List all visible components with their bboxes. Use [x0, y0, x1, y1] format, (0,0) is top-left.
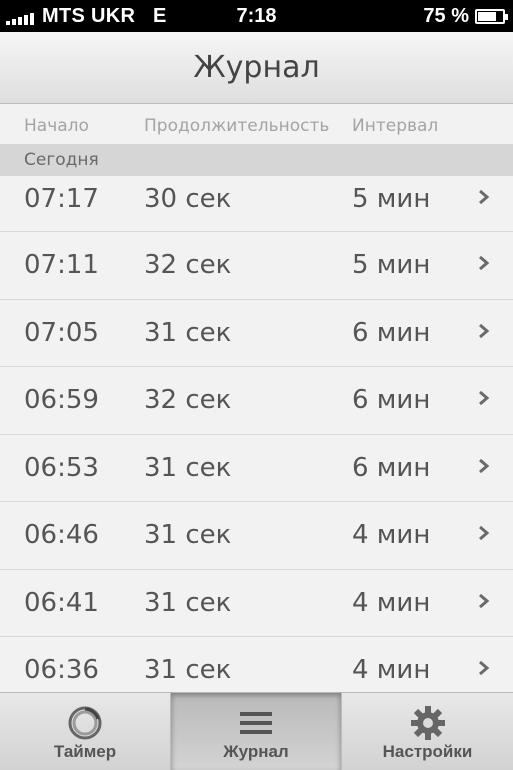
row-start-time: 06:53 [24, 452, 99, 483]
tab-settings[interactable]: Настройки [342, 693, 513, 770]
row-interval: 4 мин [352, 587, 431, 618]
list-item[interactable]: 06:36 31 сек 4 мин [0, 637, 513, 692]
timer-ring-icon [68, 706, 102, 740]
row-duration: 31 сек [144, 655, 232, 685]
list-item[interactable]: 06:59 32 сек 6 мин [0, 367, 513, 435]
row-interval: 5 мин [352, 184, 431, 214]
status-bar: MTS UKR E 7:18 75 % [0, 0, 513, 32]
column-header-start: Начало [24, 116, 89, 136]
row-interval: 6 мин [352, 452, 431, 483]
battery-icon [475, 9, 508, 24]
section-header-today: Сегодня [0, 144, 513, 176]
row-interval: 6 мин [352, 385, 431, 415]
chevron-right-icon[interactable] [477, 593, 491, 608]
row-interval: 6 мин [352, 317, 431, 348]
section-title: Сегодня [24, 150, 99, 170]
row-interval: 5 мин [352, 250, 431, 280]
chevron-right-icon[interactable] [477, 661, 491, 675]
list-item[interactable]: 06:46 31 сек 4 мин [0, 502, 513, 570]
row-interval: 4 мин [352, 520, 431, 550]
log-list[interactable]: 07:17 30 сек 5 мин 07:11 32 сек 5 мин 07:05 31 … [0, 176, 513, 692]
page-title: Журнал [193, 50, 320, 85]
row-duration: 31 сек [144, 587, 232, 618]
row-duration: 31 сек [144, 317, 232, 348]
navigation-bar: Журнал [0, 32, 513, 104]
tab-label-timer: Таймер [53, 742, 117, 761]
row-start-time: 06:41 [24, 587, 99, 618]
row-duration: 32 сек [144, 250, 232, 280]
row-duration: 32 сек [144, 385, 232, 415]
column-header-duration: Продолжительность [144, 116, 330, 136]
battery-level [478, 12, 496, 21]
chevron-right-icon[interactable] [477, 323, 491, 338]
battery-percent: 75 % [423, 5, 469, 27]
tab-timer[interactable]: Таймер [0, 693, 171, 770]
row-start-time: 07:11 [24, 250, 99, 280]
list-item[interactable]: 07:05 31 сек 6 мин [0, 299, 513, 367]
list-item[interactable]: 06:53 31 сек 6 мин [0, 434, 513, 502]
tab-bar: Таймер Журнал Настройки [0, 692, 513, 770]
list-item[interactable]: 07:17 30 сек 5 мин [0, 176, 513, 232]
row-interval: 4 мин [352, 655, 431, 685]
column-header-interval: Интервал [352, 116, 439, 136]
list-item[interactable]: 06:41 31 сек 4 мин [0, 569, 513, 637]
row-start-time: 07:05 [24, 317, 99, 348]
row-start-time: 06:36 [24, 655, 99, 685]
chevron-right-icon[interactable] [477, 526, 491, 540]
chevron-right-icon[interactable] [477, 256, 491, 270]
row-duration: 31 сек [144, 452, 232, 483]
gear-icon [410, 706, 445, 740]
column-headers: Начало Продолжительность Интервал [0, 104, 513, 144]
tab-journal[interactable]: Журнал [171, 693, 342, 770]
row-start-time: 06:46 [24, 520, 99, 550]
row-start-time: 06:59 [24, 385, 99, 415]
row-duration: 31 сек [144, 520, 232, 550]
tab-label-settings: Настройки [382, 742, 473, 761]
list-icon [240, 712, 272, 734]
list-item[interactable]: 07:11 32 сек 5 мин [0, 232, 513, 300]
row-start-time: 07:17 [24, 184, 99, 214]
chevron-right-icon[interactable] [477, 458, 491, 473]
row-duration: 30 сек [144, 184, 232, 214]
chevron-right-icon[interactable] [477, 190, 491, 204]
chevron-right-icon[interactable] [477, 391, 491, 405]
tab-label-journal: Журнал [223, 742, 289, 761]
